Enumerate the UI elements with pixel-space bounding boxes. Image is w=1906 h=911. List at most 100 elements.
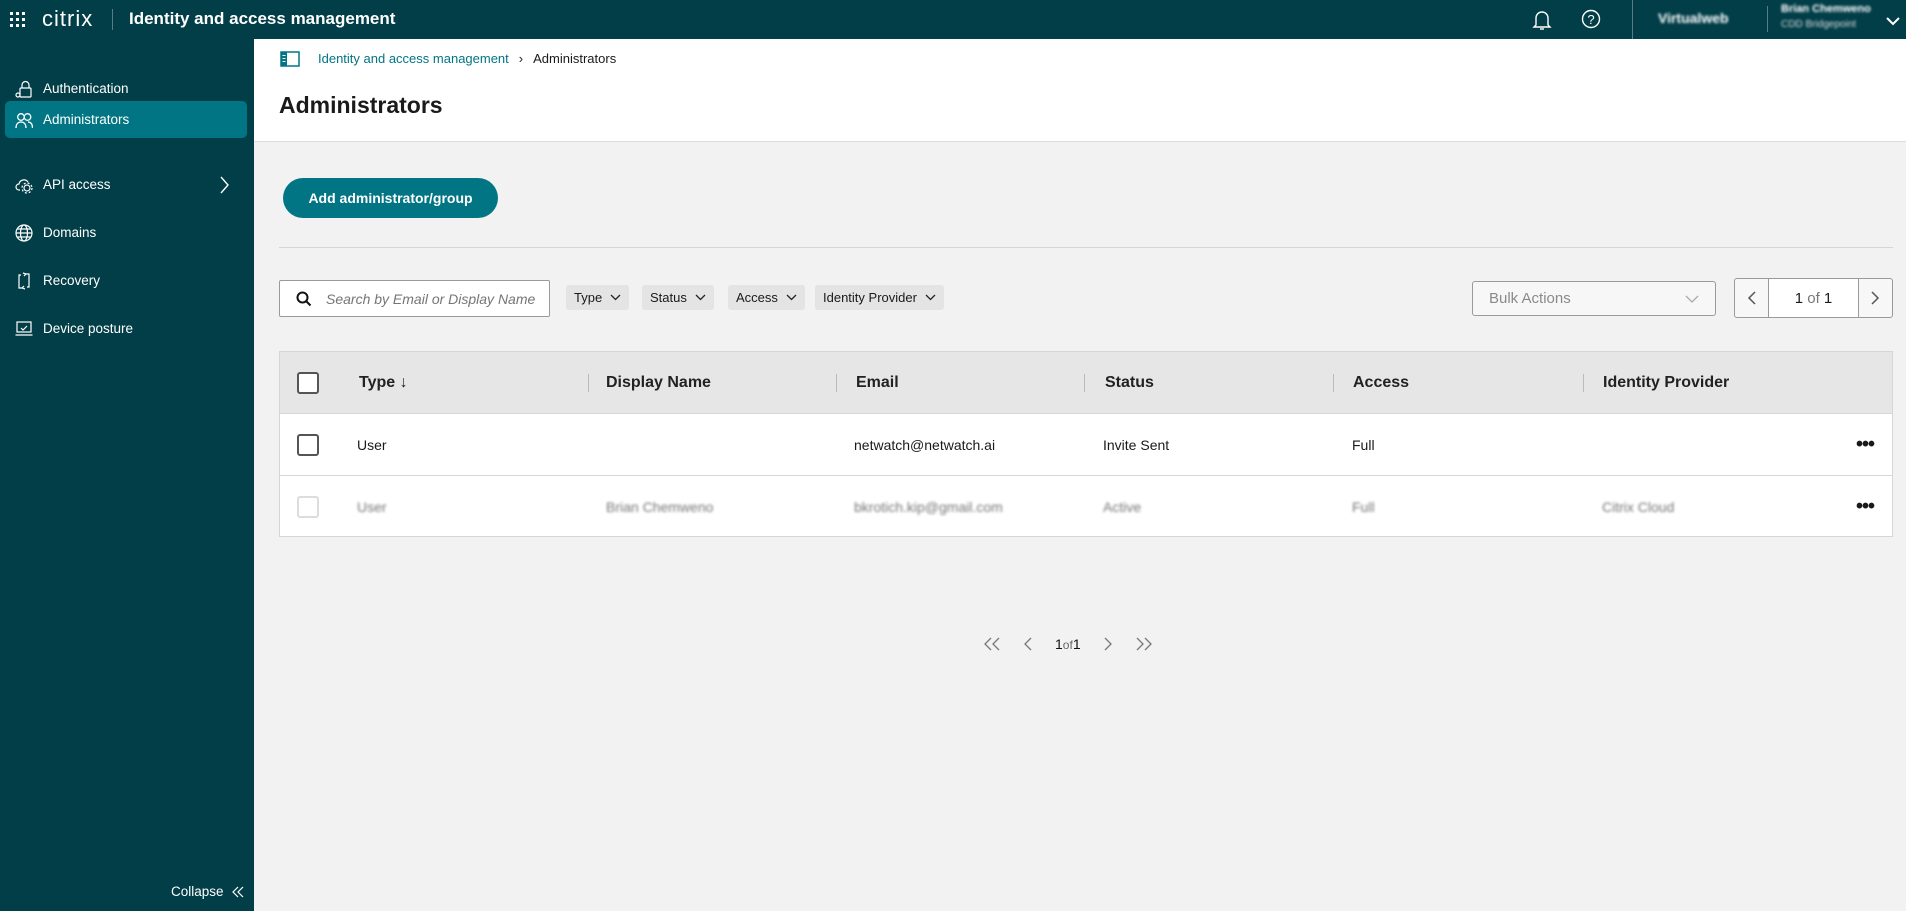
collapse-button[interactable]: Collapse (171, 884, 244, 899)
sidebar-item-label: Device posture (43, 321, 134, 336)
top-bar: citrix Identity and access management ? … (0, 0, 1906, 39)
search-input[interactable] (326, 290, 536, 307)
filter-access[interactable]: Access (728, 285, 805, 310)
cell-type: User (357, 436, 387, 453)
last-page-icon[interactable] (1135, 637, 1153, 651)
cloud-gear-icon (15, 178, 33, 194)
bulk-actions-label: Bulk Actions (1489, 290, 1571, 307)
cell-access: Full (1352, 436, 1375, 453)
row-checkbox[interactable] (297, 433, 319, 456)
chevron-right-icon (1871, 291, 1880, 305)
cell-email: netwatch@netwatch.ai (854, 436, 996, 453)
sidebar-item-administrators[interactable]: Administrators (5, 101, 247, 138)
column-separator[interactable] (1084, 374, 1085, 392)
page-of: of (1062, 638, 1073, 652)
sidebar-item-domains[interactable]: Domains (5, 214, 247, 251)
table-header: Type ↓ Display Name Email Status Access … (280, 352, 1892, 413)
bell-icon[interactable] (1532, 9, 1552, 34)
collapse-label: Collapse (171, 884, 224, 899)
page-header: Identity and access management › Adminis… (254, 39, 1906, 142)
more-actions-icon[interactable]: ••• (1856, 495, 1875, 518)
chevron-down-icon (925, 294, 936, 301)
divider (112, 9, 113, 30)
column-access[interactable]: Access (1353, 374, 1409, 392)
recovery-icon (18, 271, 30, 290)
administrators-table: Type ↓ Display Name Email Status Access … (279, 351, 1893, 537)
column-type[interactable]: Type ↓ (359, 374, 408, 392)
search-box[interactable] (279, 280, 550, 317)
chevron-left-icon (1747, 291, 1756, 305)
chevron-down-icon (1685, 295, 1699, 303)
first-page-icon[interactable] (983, 637, 1001, 651)
top-pager: 1 of 1 (1734, 278, 1893, 318)
lock-key-icon (15, 80, 32, 98)
chevron-down-icon[interactable] (1886, 13, 1900, 29)
page-total: 1 (1823, 289, 1833, 307)
cell-status: Invite Sent (1103, 436, 1170, 453)
next-page-button[interactable] (1859, 279, 1892, 317)
table-row[interactable]: User netwatch@netwatch.ai Invite Sent Fu… (280, 413, 1892, 475)
filter-type[interactable]: Type (566, 285, 630, 310)
page-current: 1 (1794, 289, 1804, 307)
column-status[interactable]: Status (1105, 374, 1154, 392)
sidebar-toggle-icon[interactable] (280, 51, 300, 70)
bottom-pager: 1of1 (983, 636, 1153, 652)
page-total: 1 (1072, 636, 1081, 652)
breadcrumb-link[interactable]: Identity and access management (318, 51, 509, 66)
next-page-icon[interactable] (1103, 637, 1113, 651)
globe-icon (15, 223, 33, 242)
prev-page-icon[interactable] (1023, 637, 1033, 651)
app-launcher-icon[interactable] (10, 12, 26, 31)
help-icon[interactable]: ? (1581, 9, 1601, 32)
column-label: Type (359, 373, 396, 391)
sidebar-item-label: Domains (43, 225, 97, 240)
breadcrumb: Identity and access management › Adminis… (318, 51, 616, 66)
sidebar-item-label: Authentication (43, 81, 129, 96)
sort-down-arrow-icon: ↓ (399, 373, 408, 391)
chip-label: Status (650, 290, 687, 305)
double-chevron-left-icon (231, 886, 243, 897)
app-title: Identity and access management (129, 9, 396, 28)
chip-label: Identity Provider (823, 290, 917, 305)
breadcrumb-current: Administrators (533, 51, 617, 66)
column-separator[interactable] (1583, 374, 1584, 392)
prev-page-button[interactable] (1735, 279, 1768, 317)
filter-status[interactable]: Status (642, 285, 714, 310)
chevron-down-icon (610, 294, 621, 301)
citrix-logo: citrix (42, 6, 94, 31)
more-actions-icon[interactable]: ••• (1856, 433, 1875, 456)
column-separator[interactable] (588, 374, 589, 392)
select-all-checkbox[interactable] (297, 371, 319, 394)
bulk-actions-select[interactable]: Bulk Actions (1472, 281, 1716, 316)
sidebar-item-api-access[interactable]: API access (5, 166, 247, 203)
sidebar-item-device-posture[interactable]: Device posture (5, 310, 247, 347)
cell-type: User (357, 498, 387, 515)
chevron-down-icon (695, 294, 706, 301)
column-display-name[interactable]: Display Name (606, 374, 711, 392)
chip-label: Access (736, 290, 778, 305)
laptop-icon (15, 320, 33, 336)
cell-status: Active (1103, 498, 1142, 515)
sidebar-item-label: API access (43, 177, 111, 192)
filter-identity-provider[interactable]: Identity Provider (815, 285, 944, 310)
add-administrator-button[interactable]: Add administrator/group (283, 178, 498, 218)
table-row[interactable]: User Brian Chemweno bkrotich.kip@gmail.c… (280, 475, 1892, 537)
cell-identity-provider: Citrix Cloud (1602, 498, 1675, 515)
workspace-name[interactable]: Virtualweb (1658, 10, 1729, 26)
row-checkbox[interactable] (297, 495, 319, 518)
page-title: Administrators (279, 92, 443, 118)
sidebar-item-recovery[interactable]: Recovery (5, 262, 247, 299)
page-of: of (1807, 289, 1820, 307)
column-identity-provider[interactable]: Identity Provider (1603, 374, 1729, 392)
column-email[interactable]: Email (856, 374, 899, 392)
sidebar-item-label: Administrators (43, 112, 130, 127)
search-icon (296, 291, 312, 306)
divider (1767, 6, 1768, 32)
chip-label: Type (574, 290, 603, 305)
column-separator[interactable] (836, 374, 837, 392)
column-separator[interactable] (1333, 374, 1334, 392)
breadcrumb-separator-icon: › (518, 51, 524, 66)
chevron-right-icon[interactable] (219, 176, 229, 194)
user-name[interactable]: Brian Chemweno (1781, 3, 1871, 15)
sidebar: Authentication Administrators API access… (0, 39, 254, 911)
